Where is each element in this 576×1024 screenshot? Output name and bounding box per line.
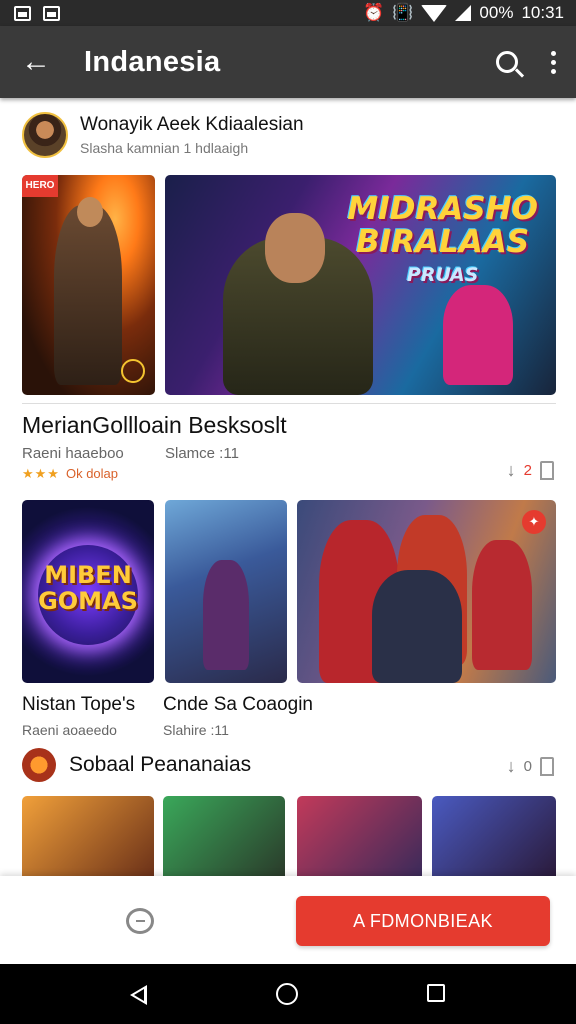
page-title: Indanesia — [84, 45, 221, 78]
battle-figure — [203, 560, 249, 670]
gallery-notification-icon — [14, 5, 31, 21]
card-subtitle-1: Raeni aoaeedo — [22, 722, 117, 738]
bottom-action-bar: A FDMONBIEAK — [0, 876, 576, 964]
more-vert-icon[interactable] — [548, 50, 558, 74]
badge-icon: ✦ — [522, 510, 546, 534]
thumbnail-1[interactable] — [22, 796, 154, 878]
section-header[interactable]: Sobaal Peananaias — [22, 748, 251, 782]
card-subtitle-2: Slahire :11 — [163, 722, 229, 738]
hero-head — [77, 197, 103, 227]
system-nav-bar — [0, 964, 576, 1024]
developer-avatar — [22, 112, 68, 158]
screenshot-battle-tile[interactable] — [165, 500, 287, 683]
clock: 10:31 — [521, 3, 564, 22]
download-icon[interactable]: ↓ — [507, 756, 516, 777]
game-logo-line2: BIRALAAS — [356, 224, 530, 260]
app-bar: ← Indanesia — [0, 26, 576, 98]
divider — [22, 403, 556, 404]
hero-badge: HERO — [22, 175, 58, 197]
developer-name: Wonayik Aeek Kdiaalesian — [80, 114, 304, 135]
section-avatar — [22, 748, 56, 782]
game-logo-line3: PRUAS — [406, 264, 479, 286]
wifi-icon — [421, 4, 448, 22]
nav-back-icon[interactable] — [130, 985, 147, 1005]
download-actions: ↓ 2 — [507, 460, 554, 481]
promo-line2: GOMAS — [38, 587, 138, 615]
app-meta-left: Raeni haaeboo — [22, 445, 124, 462]
image-notification-icon — [43, 5, 60, 21]
thumbnail-2[interactable] — [163, 796, 285, 878]
team-figure-4 — [372, 570, 462, 683]
thumbnail-4[interactable] — [432, 796, 556, 878]
developer-subtitle: Slasha kamnian 1 hdlaaigh — [80, 140, 249, 156]
screenshot-feature-art[interactable]: MIDRASHO BIRALAAS PRUAS — [165, 175, 556, 395]
screenshot-team-tile[interactable]: ✦ — [297, 500, 556, 683]
rating-row: ★★★ Ok dolap — [22, 466, 118, 482]
download-count: 2 — [523, 462, 532, 479]
vibrate-icon: 📳 — [392, 3, 414, 22]
star-rating-icon: ★★★ — [22, 466, 60, 481]
rating-text: Ok dolap — [65, 466, 119, 481]
chat-icon[interactable] — [126, 908, 154, 934]
battery-level: 00% — [479, 3, 514, 22]
signal-icon — [455, 5, 472, 21]
search-icon[interactable] — [496, 51, 518, 73]
emblem-icon — [121, 359, 145, 383]
app-title[interactable]: MerianGollloain Besksoslt — [22, 412, 287, 439]
nav-recents-icon[interactable] — [427, 984, 445, 1002]
download-icon[interactable]: ↓ — [507, 460, 516, 481]
section-label: Sobaal Peananaias — [69, 753, 252, 776]
game-logo: MIDRASHO BIRALAAS PRUAS — [347, 193, 538, 292]
heroine-figure — [443, 285, 513, 385]
nav-home-icon[interactable] — [276, 983, 298, 1005]
warrior-head — [265, 213, 325, 283]
section-download-count: 0 — [523, 758, 532, 775]
bookmark-icon[interactable] — [540, 461, 554, 480]
screenshot-promo-tile[interactable]: MIBEN GOMAS — [22, 500, 154, 683]
card-title-1[interactable]: Nistan Tope's — [22, 694, 135, 716]
status-bar: ⏰ 📳 00% 10:31 — [0, 0, 576, 26]
screenshot-tile-hero[interactable]: HERO — [22, 175, 155, 395]
alarm-icon: ⏰ — [363, 3, 385, 22]
app-meta-right: Slamce :11 — [165, 445, 239, 462]
thumbnail-3[interactable] — [297, 796, 422, 878]
section-download-actions: ↓ 0 — [507, 756, 554, 777]
promo-text: MIBEN GOMAS — [22, 562, 154, 614]
developer-row[interactable]: Wonayik Aeek Kdiaalesian Slasha kamnian … — [22, 112, 304, 158]
back-arrow-icon[interactable]: ← — [18, 45, 54, 79]
hero-figure — [54, 205, 122, 385]
promo-line1: MIBEN — [44, 561, 132, 589]
game-logo-line1: MIDRASHO — [347, 191, 538, 227]
bookmark-icon[interactable] — [540, 757, 554, 776]
team-figure-3 — [472, 540, 532, 670]
card-title-2[interactable]: Cnde Sa Coaogin — [163, 694, 313, 716]
primary-cta-button[interactable]: A FDMONBIEAK — [296, 896, 550, 946]
